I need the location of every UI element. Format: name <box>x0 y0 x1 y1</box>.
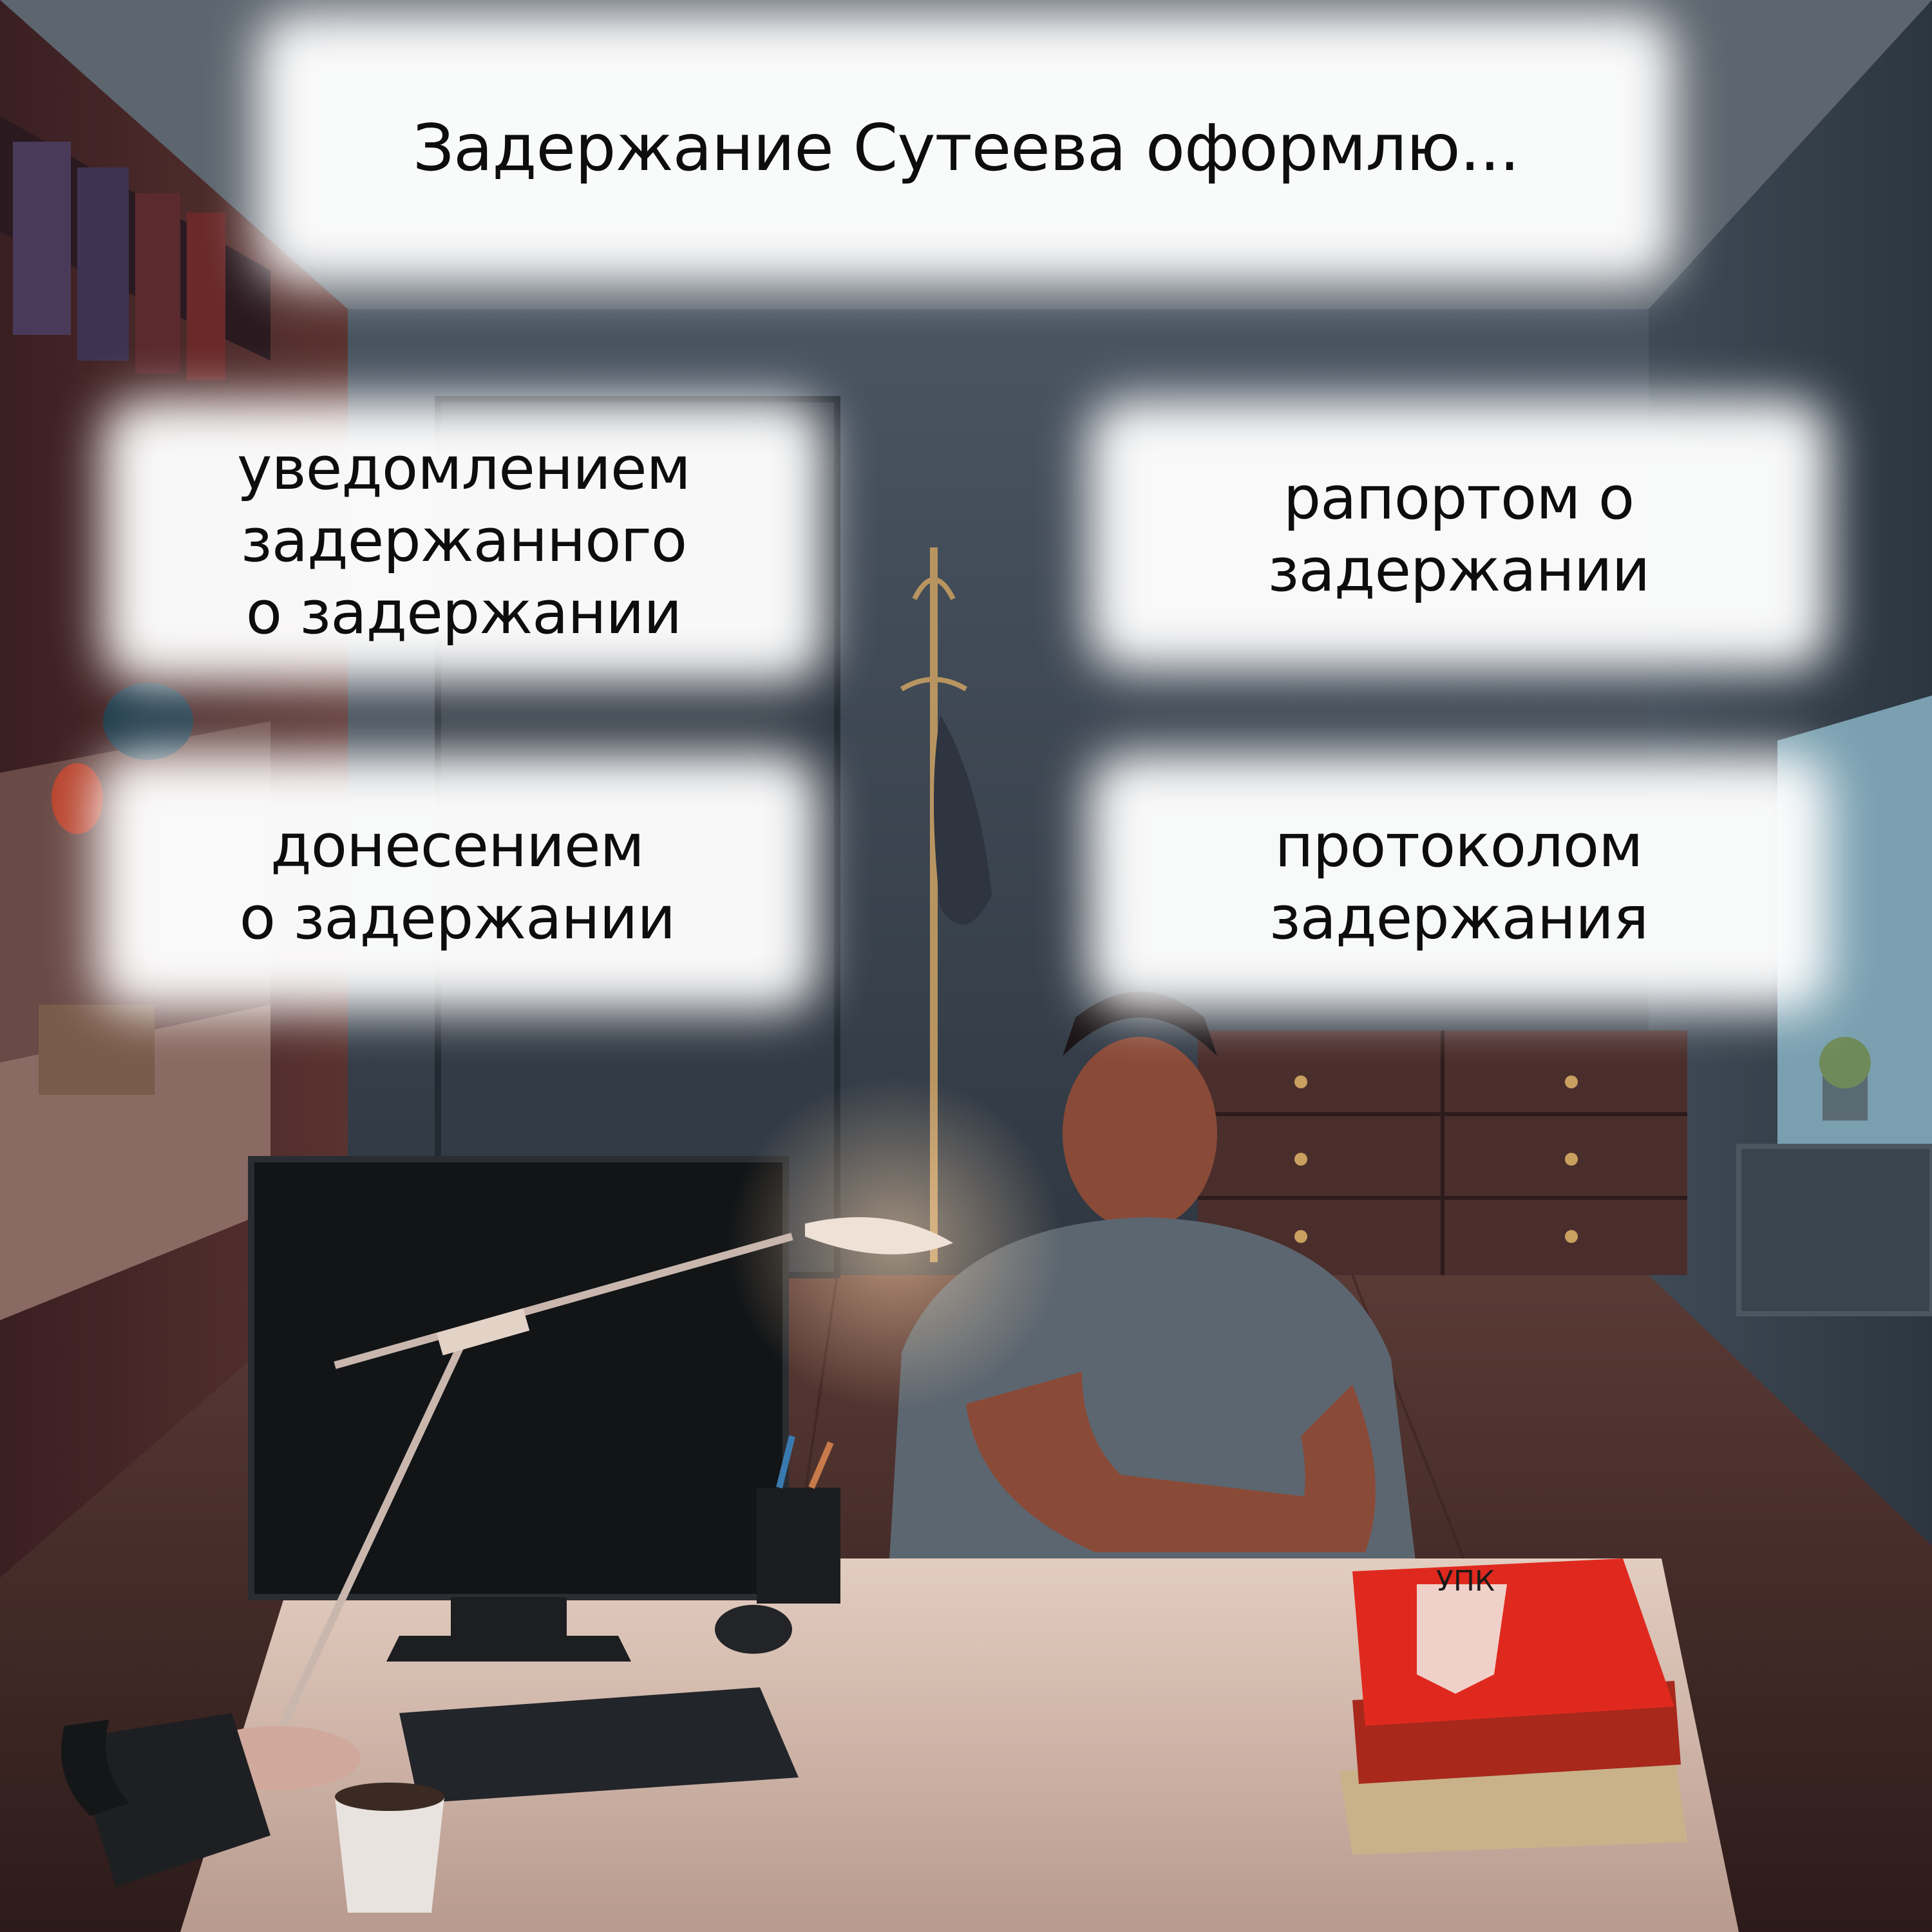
answer-option-2[interactable]: рапортом о задержании <box>1088 399 1829 670</box>
coffee-cup-icon <box>335 1783 444 1913</box>
red-book-upk: УПК <box>1340 1558 1687 1855</box>
answer-option-3-label: донесением о задержании <box>239 811 676 952</box>
answer-option-1[interactable]: уведомлением задержанного о задержании <box>103 399 824 683</box>
potted-plant-icon <box>1819 1037 1871 1088</box>
answer-option-2-label: рапортом о задержании <box>1267 463 1651 605</box>
red-vase <box>52 763 103 834</box>
question-text: Задержание Сутеева оформлю... <box>412 110 1520 185</box>
answer-option-3[interactable]: донесением о задержании <box>97 753 818 1011</box>
radiator <box>1736 1144 1932 1316</box>
svg-text:УПК: УПК <box>1436 1565 1495 1598</box>
vase <box>103 683 193 760</box>
answer-option-4-label: протоколом задержания <box>1269 811 1649 952</box>
answer-option-1-label: уведомлением задержанного о задержании <box>237 433 691 648</box>
question-banner: Задержание Сутеева оформлю... <box>258 13 1674 283</box>
chest-of-drawers <box>1198 1030 1687 1275</box>
answer-option-4[interactable]: протоколом задержания <box>1088 753 1829 1011</box>
monitor-icon <box>248 1156 789 1662</box>
mouse-icon <box>715 1605 792 1654</box>
